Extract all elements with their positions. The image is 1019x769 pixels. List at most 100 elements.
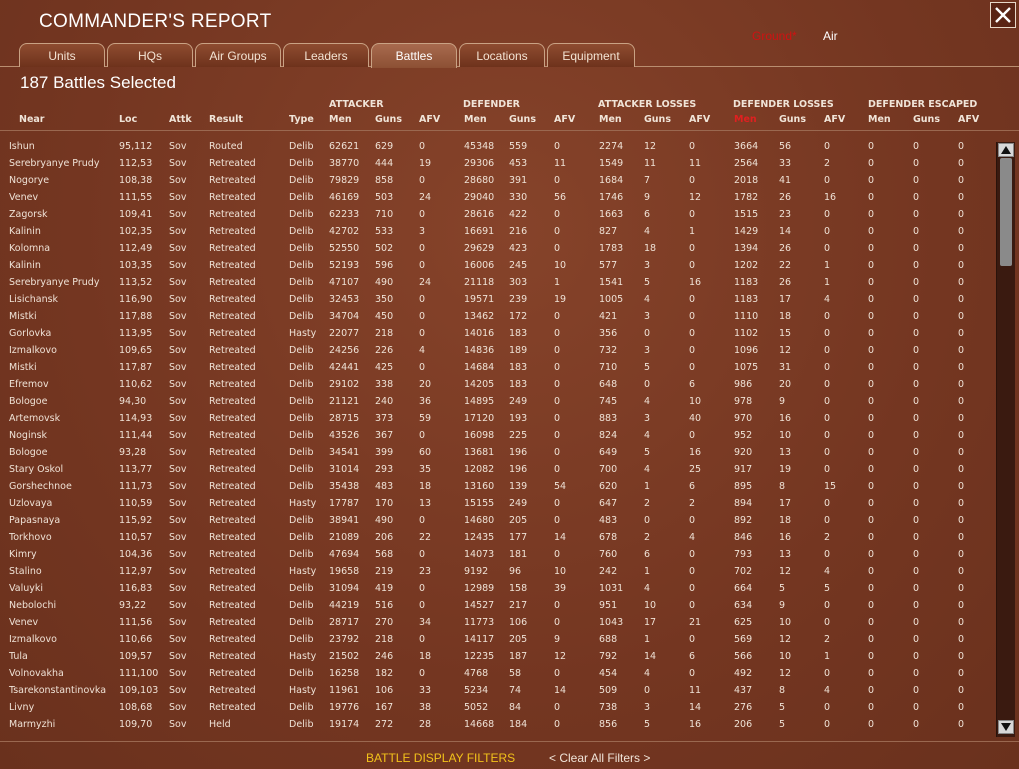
table-row[interactable]: Mistki 117,88 Sov Retreated Delib 34704 450 0 13… xyxy=(0,308,995,325)
table-row[interactable]: Stary Oskol 113,77 Sov Retreated Delib 31014 2… xyxy=(0,461,995,478)
cell-esc-afv: 0 xyxy=(958,362,965,373)
table-row[interactable]: Serebryanye Prudy 112,53 Sov Retreated Delib… xyxy=(0,155,995,172)
table-row[interactable]: Izmalkovo 109,65 Sov Retreated Delib 24256 226… xyxy=(0,342,995,359)
cell-loc: 94,30 xyxy=(119,396,147,407)
cell-att-guns: 399 xyxy=(375,447,394,458)
cell-esc-afv: 0 xyxy=(958,498,965,509)
table-row[interactable]: Marmyzhi 109,70 Sov Held Delib 19174 272 28 1466… xyxy=(0,716,995,733)
cell-defloss-men: 276 xyxy=(734,702,753,713)
table-row[interactable]: Gorshechnoe 111,73 Sov Retreated Delib 35438 4… xyxy=(0,478,995,495)
table-row[interactable]: Valuyki 116,83 Sov Retreated Delib 31094 419 0 1… xyxy=(0,580,995,597)
table-row[interactable]: Nogorye 108,38 Sov Retreated Delib 79829 858 0 2… xyxy=(0,172,995,189)
table-row[interactable]: Izmalkovo 110,66 Sov Retreated Delib 23792 218… xyxy=(0,631,995,648)
col-header-result[interactable]: Result xyxy=(209,114,243,125)
table-row[interactable]: Mistki 117,87 Sov Retreated Delib 42441 425 0 14… xyxy=(0,359,995,376)
table-row[interactable]: Papasnaya 115,92 Sov Retreated Delib 38941 490… xyxy=(0,512,995,529)
cell-attloss-men: 883 xyxy=(599,413,618,424)
cell-defloss-afv: 0 xyxy=(824,362,831,373)
table-row[interactable]: Zagorsk 109,41 Sov Retreated Delib 62233 710 0 2… xyxy=(0,206,995,223)
air-mode-toggle[interactable]: Air xyxy=(823,29,838,43)
col-header-def-men[interactable]: Men xyxy=(464,114,487,125)
table-row[interactable]: Venev 111,56 Sov Retreated Delib 28717 270 34 11… xyxy=(0,614,995,631)
tab-air-groups[interactable]: Air Groups xyxy=(195,43,281,67)
cell-esc-guns: 0 xyxy=(913,481,920,492)
tab-leaders[interactable]: Leaders xyxy=(283,43,369,67)
table-row[interactable]: Nebolochi 93,22 Sov Retreated Delib 44219 516 0… xyxy=(0,597,995,614)
cell-result: Retreated xyxy=(209,600,256,611)
table-row[interactable]: Venev 111,55 Sov Retreated Delib 46169 503 24 29… xyxy=(0,189,995,206)
col-header-def-guns[interactable]: Guns xyxy=(509,114,536,125)
table-row[interactable]: Bologoe 94,30 Sov Retreated Delib 21121 240 36 1… xyxy=(0,393,995,410)
table-row[interactable]: Kalinin 103,35 Sov Retreated Delib 52193 596 0 1… xyxy=(0,257,995,274)
col-header-attloss-men[interactable]: Men xyxy=(599,114,622,125)
cell-def-afv: 0 xyxy=(554,226,561,237)
cell-attk: Sov xyxy=(169,345,187,356)
col-header-att-guns[interactable]: Guns xyxy=(375,114,402,125)
tab-battles[interactable]: Battles xyxy=(371,43,457,68)
table-row[interactable]: Kalinin 102,35 Sov Retreated Delib 42702 533 3 1… xyxy=(0,223,995,240)
tab-units[interactable]: Units xyxy=(19,43,105,67)
col-header-defloss-guns[interactable]: Guns xyxy=(779,114,806,125)
col-header-attloss-afv[interactable]: AFV xyxy=(689,114,710,125)
cell-def-guns: 96 xyxy=(509,566,522,577)
col-header-esc-afv[interactable]: AFV xyxy=(958,114,979,125)
col-header-attloss-guns[interactable]: Guns xyxy=(644,114,671,125)
table-row[interactable]: Lisichansk 116,90 Sov Retreated Delib 32453 35… xyxy=(0,291,995,308)
col-header-att-men[interactable]: Men xyxy=(329,114,352,125)
table-row[interactable]: Volnovakha 111,100 Sov Retreated Delib 16258 1… xyxy=(0,665,995,682)
cell-attloss-men: 620 xyxy=(599,481,618,492)
col-header-att-afv[interactable]: AFV xyxy=(419,114,440,125)
scroll-down-button[interactable] xyxy=(998,720,1014,734)
cell-att-men: 47107 xyxy=(329,277,360,288)
col-header-esc-men[interactable]: Men xyxy=(868,114,891,125)
col-header-defloss-men[interactable]: Men xyxy=(734,114,757,125)
battle-display-filters-link[interactable]: BATTLE DISPLAY FILTERS xyxy=(366,751,515,765)
clear-all-filters-link[interactable]: < Clear All Filters > xyxy=(549,751,650,765)
cell-def-afv: 10 xyxy=(554,260,567,271)
table-row[interactable]: Uzlovaya 110,59 Sov Retreated Hasty 17787 170 1… xyxy=(0,495,995,512)
cell-attk: Sov xyxy=(169,430,187,441)
col-header-defloss-afv[interactable]: AFV xyxy=(824,114,845,125)
table-row[interactable]: Stalino 112,97 Sov Retreated Hasty 19658 219 23… xyxy=(0,563,995,580)
tab-locations[interactable]: Locations xyxy=(459,43,545,67)
tab-hqs[interactable]: HQs xyxy=(107,43,193,67)
table-row[interactable]: Tsarekonstantinovka 109,103 Sov Retreated Ha… xyxy=(0,682,995,699)
table-row[interactable]: Serebryanye Prudy 113,52 Sov Retreated Delib… xyxy=(0,274,995,291)
cell-loc: 109,70 xyxy=(119,719,153,730)
cell-type: Delib xyxy=(289,226,314,237)
cell-def-guns: 205 xyxy=(509,634,528,645)
col-header-near[interactable]: Near xyxy=(19,114,45,125)
scroll-thumb[interactable] xyxy=(1000,158,1012,266)
cell-attloss-guns: 2 xyxy=(644,498,651,509)
cell-type: Delib xyxy=(289,192,314,203)
col-header-attk[interactable]: Attk xyxy=(169,114,192,125)
table-row[interactable]: Gorlovka 113,95 Sov Retreated Hasty 22077 218 0… xyxy=(0,325,995,342)
table-row[interactable]: Bologoe 93,28 Sov Retreated Delib 34541 399 60 1… xyxy=(0,444,995,461)
table-row[interactable]: Kimry 104,36 Sov Retreated Delib 47694 568 0 140… xyxy=(0,546,995,563)
col-header-def-afv[interactable]: AFV xyxy=(554,114,575,125)
cell-def-afv: 0 xyxy=(554,243,561,254)
cell-esc-men: 0 xyxy=(868,668,875,679)
vertical-scrollbar[interactable] xyxy=(996,142,1015,737)
table-row[interactable]: Ishun 95,112 Sov Routed Delib 62621 629 0 45348 5… xyxy=(0,138,995,155)
col-header-loc[interactable]: Loc xyxy=(119,114,137,125)
cell-loc: 110,66 xyxy=(119,634,153,645)
table-row[interactable]: Kolomna 112,49 Sov Retreated Delib 52550 502 0 2… xyxy=(0,240,995,257)
table-row[interactable]: Artemovsk 114,93 Sov Retreated Delib 28715 373… xyxy=(0,410,995,427)
col-header-esc-guns[interactable]: Guns xyxy=(913,114,940,125)
scroll-up-button[interactable] xyxy=(998,143,1014,157)
ground-mode-toggle[interactable]: Ground* xyxy=(752,29,797,43)
cell-att-afv: 59 xyxy=(419,413,432,424)
col-header-type[interactable]: Type xyxy=(289,114,314,125)
table-row[interactable]: Noginsk 111,44 Sov Retreated Delib 43526 367 0 1… xyxy=(0,427,995,444)
close-button[interactable] xyxy=(990,2,1016,28)
table-row[interactable]: Torkhovo 110,57 Sov Retreated Delib 21089 206 2… xyxy=(0,529,995,546)
table-row[interactable]: Efremov 110,62 Sov Retreated Delib 29102 338 20… xyxy=(0,376,995,393)
cell-near: Papasnaya xyxy=(9,515,61,526)
cell-def-guns: 187 xyxy=(509,651,528,662)
cell-type: Delib xyxy=(289,464,314,475)
tab-equipment[interactable]: Equipment xyxy=(547,43,635,67)
cell-type: Delib xyxy=(289,243,314,254)
table-row[interactable]: Livny 108,68 Sov Retreated Delib 19776 167 38 50… xyxy=(0,699,995,716)
table-row[interactable]: Tula 109,57 Sov Retreated Hasty 21502 246 18 122… xyxy=(0,648,995,665)
